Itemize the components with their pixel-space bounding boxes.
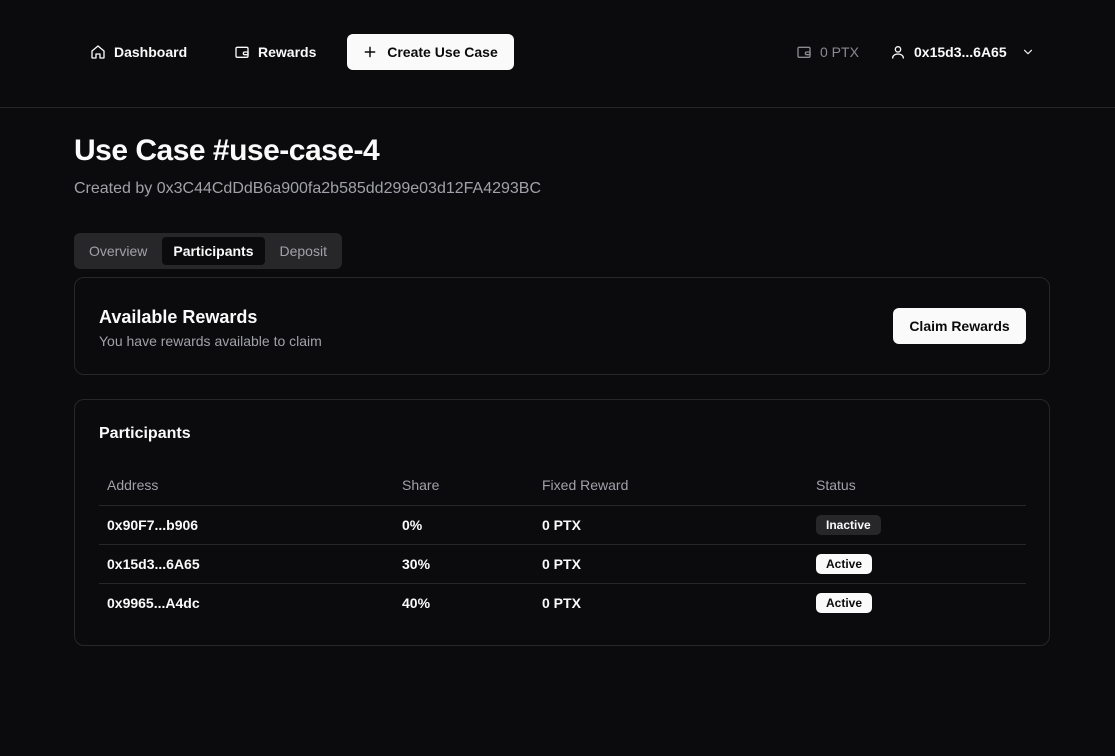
table-header-row: Address Share Fixed Reward Status	[99, 466, 1026, 506]
participants-card-title: Participants	[99, 425, 191, 442]
available-rewards-card: Available Rewards You have rewards avail…	[74, 277, 1050, 375]
column-header-address: Address	[99, 466, 394, 506]
chevron-down-icon	[1023, 49, 1032, 55]
rewards-card-title: Available Rewards	[99, 307, 258, 327]
user-icon	[892, 46, 904, 59]
rewards-nav-button[interactable]: Rewards	[222, 34, 328, 70]
participant-address: 0x15d3...6A65	[99, 544, 394, 584]
column-header-status: Status	[808, 466, 1026, 506]
participant-share: 30%	[394, 544, 534, 584]
page-subtitle: Created by 0x3C44CdDdB6a900fa2b585dd299e…	[74, 180, 542, 197]
participant-fixed-reward: 0 PTX	[542, 594, 581, 611]
balance-display: 0 PTX	[796, 34, 859, 70]
create-use-case-button[interactable]: Create Use Case	[347, 34, 514, 70]
participants-table: Address Share Fixed Reward Status 0x90F7…	[99, 466, 1026, 622]
column-header-share: Share	[394, 466, 534, 506]
plus-icon	[364, 46, 376, 58]
participant-status-cell: Active	[808, 583, 1026, 622]
tab-overview[interactable]: Overview	[78, 237, 158, 265]
home-icon	[91, 45, 105, 59]
status-badge: Active	[816, 592, 873, 613]
participant-fixed-reward: 0 PTX	[534, 544, 808, 584]
table-row: 0x9965...A4dc 40% 0 PTX Active	[99, 583, 1026, 622]
participant-address: 0x9965...A4dc	[107, 594, 200, 611]
account-menu-button[interactable]: 0x15d3...6A65	[890, 34, 1035, 70]
create-use-case-label: Create Use Case	[387, 44, 498, 60]
wallet-icon	[235, 46, 249, 58]
participant-status-cell: Inactive	[808, 505, 1026, 545]
status-badge: Inactive	[816, 514, 881, 535]
participant-status-cell: Active	[808, 544, 1026, 584]
use-case-tabs: Overview Participants Deposit	[74, 233, 342, 269]
rewards-nav-label: Rewards	[258, 44, 317, 60]
claim-rewards-button[interactable]: Claim Rewards	[893, 308, 1026, 344]
tab-deposit[interactable]: Deposit	[269, 237, 338, 265]
page-title: Use Case #use-case-4	[74, 134, 380, 167]
top-navigation: Dashboard Rewards Create Use Case 0 PTX …	[0, 0, 1115, 108]
table-row: 0x15d3...6A65 30% 0 PTX Active	[99, 544, 1026, 584]
balance-value: 0 PTX	[820, 44, 859, 60]
rewards-card-description: You have rewards available to claim	[99, 333, 322, 349]
participants-card: Participants Address Share Fixed Reward …	[74, 399, 1050, 646]
participant-address: 0x90F7...b906	[99, 505, 394, 545]
tab-participants[interactable]: Participants	[162, 237, 265, 265]
participant-share: 40%	[402, 594, 431, 611]
status-badge: Active	[816, 553, 873, 574]
column-header-fixed-reward: Fixed Reward	[534, 466, 808, 506]
participant-share: 0%	[394, 505, 534, 545]
table-row: 0x90F7...b906 0% 0 PTX Inactive	[99, 505, 1026, 545]
dashboard-nav-button[interactable]: Dashboard	[78, 34, 199, 70]
account-address: 0x15d3...6A65	[914, 44, 1007, 60]
dashboard-nav-label: Dashboard	[114, 44, 188, 60]
participant-fixed-reward: 0 PTX	[534, 505, 808, 545]
wallet-icon	[797, 46, 811, 58]
